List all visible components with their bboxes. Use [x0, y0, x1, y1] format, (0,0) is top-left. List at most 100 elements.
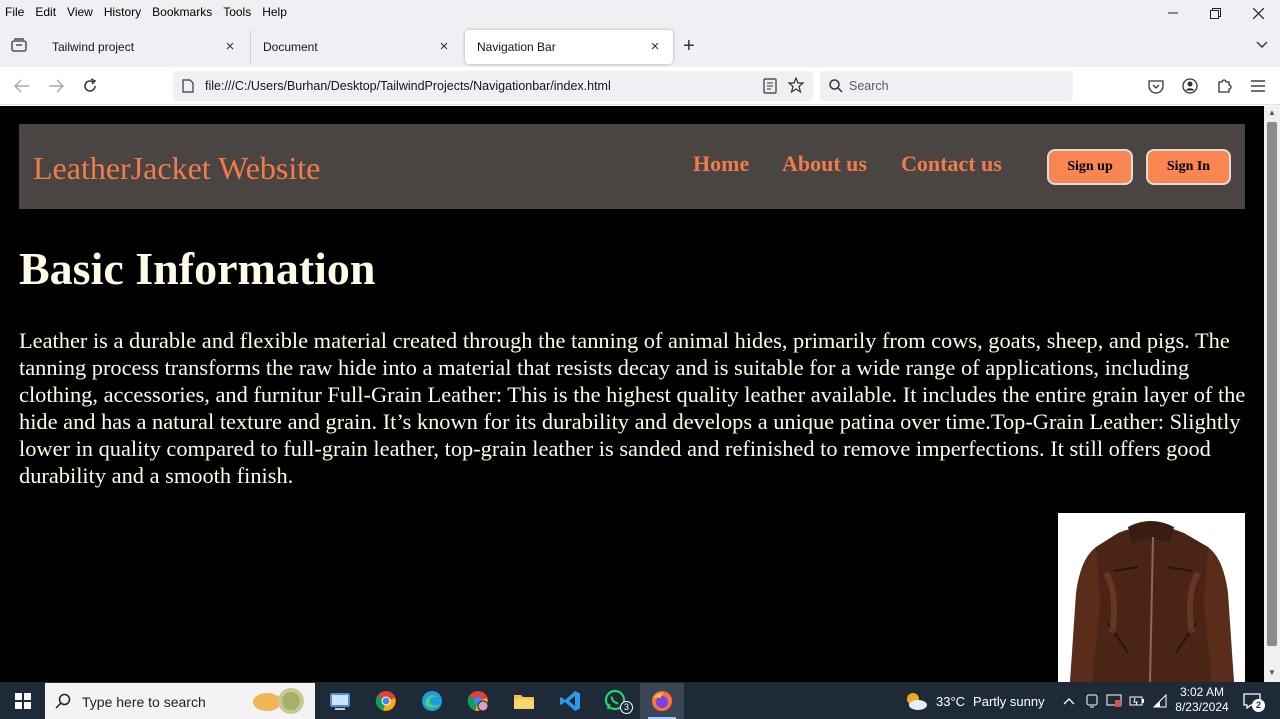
taskbar-app-file-explorer[interactable] [318, 683, 362, 719]
reload-button[interactable] [80, 76, 100, 96]
show-hidden-icons-button[interactable] [1061, 693, 1077, 709]
partly-sunny-icon [907, 693, 927, 710]
pocket-icon [1148, 79, 1164, 94]
tab-strip: Tailwind project × Document × Navigation… [0, 24, 1280, 67]
tray-display[interactable] [1106, 693, 1122, 709]
menu-edit[interactable]: Edit [30, 3, 62, 21]
close-tab-icon[interactable]: × [222, 39, 238, 55]
clock-time: 3:02 AM [1179, 685, 1225, 699]
tab-document[interactable]: Document × [250, 30, 462, 64]
list-all-tabs-button[interactable] [1256, 38, 1268, 52]
display-icon [1106, 694, 1122, 707]
scroll-down-icon[interactable]: ▼ [1268, 668, 1276, 677]
tab-tailwind-project[interactable]: Tailwind project × [40, 30, 248, 64]
sign-up-button[interactable]: Sign up [1047, 149, 1133, 185]
folder-icon [514, 695, 534, 709]
weather-widget[interactable]: 33°C Partly sunny [904, 690, 1045, 712]
back-button[interactable] [12, 76, 32, 96]
taskbar-app-edge[interactable] [410, 683, 454, 719]
arrow-left-icon [14, 79, 29, 93]
system-clock[interactable]: 3:02 AM 8/23/2024 [1170, 685, 1234, 715]
scrollbar-thumb[interactable] [1267, 122, 1277, 646]
tray-battery[interactable] [1129, 693, 1145, 709]
nav-link-home[interactable]: Home [693, 151, 749, 177]
page-icon [182, 79, 194, 96]
firefox-view-button[interactable] [8, 34, 30, 56]
taskbar-app-whatsapp[interactable]: 3 [594, 683, 638, 719]
search-placeholder: Search [849, 79, 889, 93]
url-text: file:///C:/Users/Burhan/Desktop/Tailwind… [205, 79, 611, 93]
chevron-down-icon [1256, 41, 1268, 48]
tab-title: Document [263, 40, 318, 54]
window-controls [1151, 0, 1280, 26]
reload-icon [84, 78, 97, 92]
minimize-button[interactable] [1151, 0, 1194, 26]
menu-bookmarks[interactable]: Bookmarks [147, 3, 218, 21]
page-paragraph: Leather is a durable and flexible materi… [19, 328, 1246, 488]
windows-logo-icon [14, 692, 31, 709]
menu-help[interactable]: Help [257, 3, 293, 21]
forward-button[interactable] [46, 76, 66, 96]
close-window-button[interactable] [1237, 0, 1280, 26]
windows-taskbar: Type here to search 3 33°C Partly sunny [0, 682, 1280, 719]
menu-tools[interactable]: Tools [218, 3, 257, 21]
reader-view-icon[interactable] [763, 78, 777, 97]
restore-button[interactable] [1194, 0, 1237, 26]
tray-wifi[interactable] [1152, 693, 1168, 709]
search-bar[interactable]: Search [820, 71, 1073, 101]
start-button[interactable] [0, 682, 45, 719]
puzzle-icon [1218, 79, 1232, 93]
menu-bar: File Edit View History Bookmarks Tools H… [0, 0, 1280, 24]
notification-count-badge: 2 [1252, 699, 1265, 712]
search-highlight-icon [247, 686, 309, 719]
tab-navigation-bar[interactable]: Navigation Bar × [465, 30, 673, 64]
weather-condition: Partly sunny [973, 693, 1045, 709]
scroll-up-icon[interactable]: ▲ [1268, 108, 1276, 117]
nav-link-contact-us[interactable]: Contact us [901, 151, 1002, 177]
arrow-right-icon [49, 79, 64, 93]
taskbar-app-vscode[interactable] [548, 683, 592, 719]
whatsapp-badge: 3 [620, 701, 633, 714]
close-icon [1253, 7, 1264, 19]
close-tab-icon[interactable]: × [436, 39, 452, 55]
site-logo[interactable]: LeatherJacket Website [33, 150, 320, 187]
taskbar-search-placeholder: Type here to search [82, 694, 206, 710]
notification-center-button[interactable]: 2 [1240, 690, 1265, 712]
taskbar-app-chrome-profile[interactable] [456, 683, 500, 719]
chrome-icon [375, 691, 396, 711]
close-tab-icon[interactable]: × [647, 39, 663, 55]
new-tab-button[interactable]: + [683, 36, 695, 56]
minimize-icon [1167, 12, 1178, 14]
chevron-up-icon [1063, 698, 1075, 705]
weather-temp: 33°C [936, 693, 966, 709]
taskbar-app-firefox[interactable] [640, 683, 684, 719]
clock-date: 8/23/2024 [1175, 700, 1229, 714]
account-button[interactable] [1181, 77, 1199, 95]
url-bar[interactable]: file:///C:/Users/Burhan/Desktop/Tailwind… [173, 71, 813, 101]
tray-meet-now[interactable] [1084, 693, 1100, 709]
taskbar-app-folder[interactable] [502, 683, 546, 719]
menu-history[interactable]: History [99, 3, 147, 21]
tab-title: Tailwind project [52, 40, 135, 54]
site-navigation-bar: LeatherJacket Website Home About us Cont… [19, 124, 1245, 209]
edge-icon [422, 691, 442, 711]
app-menu-button[interactable] [1249, 77, 1267, 95]
file-explorer-icon [330, 693, 350, 710]
extensions-button[interactable] [1215, 77, 1233, 95]
bookmark-star-icon[interactable] [787, 76, 805, 96]
hamburger-icon [1251, 80, 1265, 92]
battery-plug-icon [1129, 696, 1144, 706]
vertical-scrollbar[interactable]: ▲ ▼ [1264, 106, 1280, 682]
menu-view[interactable]: View [62, 3, 99, 21]
navigation-toolbar: file:///C:/Users/Burhan/Desktop/Tailwind… [0, 67, 1280, 105]
taskbar-search[interactable]: Type here to search [45, 683, 315, 719]
menu-file[interactable]: File [0, 3, 30, 21]
nav-link-about-us[interactable]: About us [782, 151, 867, 177]
vscode-icon [560, 691, 580, 711]
restore-icon [1210, 7, 1221, 19]
page-heading: Basic Information [19, 243, 376, 294]
taskbar-app-chrome[interactable] [364, 683, 408, 719]
account-icon [1182, 78, 1198, 94]
pocket-button[interactable] [1147, 77, 1165, 95]
sign-in-button[interactable]: Sign In [1146, 149, 1231, 185]
